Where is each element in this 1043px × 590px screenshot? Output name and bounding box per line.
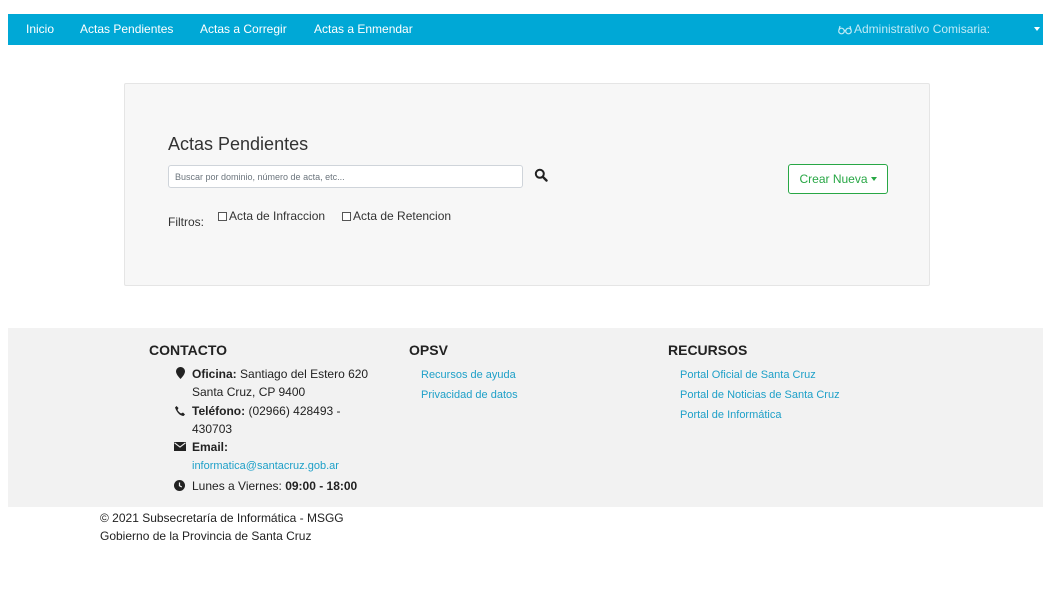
recursos-title: RECURSOS (668, 342, 748, 358)
contact-phone-2: 430703 (192, 422, 233, 436)
page-title: Actas Pendientes (168, 134, 309, 154)
chevron-down-icon[interactable] (1034, 27, 1040, 31)
link-portal-informatica[interactable]: Portal de Informática (680, 409, 782, 421)
filter-acta-infraccion[interactable]: Acta de Infraccion (218, 209, 325, 223)
phone-icon (175, 406, 185, 416)
nav-item-actas-a-corregir[interactable]: Actas a Corregir (200, 22, 287, 37)
top-navbar: Inicio Actas Pendientes Actas a Corregir… (8, 14, 1043, 45)
search-icon[interactable] (534, 168, 548, 182)
contact-email-link[interactable]: informatica@santacruz.gob.ar (192, 460, 339, 472)
filter-acta-retencion[interactable]: Acta de Retencion (342, 209, 451, 223)
crear-nueva-label: Crear Nueva (799, 172, 868, 186)
glasses-icon (838, 25, 852, 35)
contact-title: CONTACTO (149, 342, 228, 358)
link-portal-oficial[interactable]: Portal Oficial de Santa Cruz (680, 369, 816, 381)
crear-nueva-button[interactable]: Crear Nueva (788, 164, 888, 194)
copyright-line-1: © 2021 Subsecretaría de Informática - MS… (100, 511, 344, 525)
search-input[interactable] (168, 165, 523, 188)
caret-down-icon (870, 177, 877, 181)
nav-item-actas-pendientes[interactable]: Actas Pendientes (80, 22, 173, 37)
user-label: Administrativo Comisaria: (854, 22, 991, 36)
footer: CONTACTO Oficina: Santiago del Estero 62… (8, 328, 1043, 507)
nav-item-actas-a-enmendar[interactable]: Actas a Enmendar (314, 22, 413, 37)
checkbox-acta-retencion[interactable] (342, 212, 351, 221)
map-marker-icon (176, 367, 185, 379)
contact-hours: Lunes a Viernes: 09:00 - 18:00 (192, 479, 358, 493)
contact-office: Oficina: Santiago del Estero 620 (192, 367, 369, 381)
filter-label: Acta de Retencion (353, 209, 452, 223)
contact-email-label: Email: (192, 440, 229, 454)
filters-label: Filtros: (168, 215, 204, 229)
link-recursos-de-ayuda[interactable]: Recursos de ayuda (421, 369, 516, 381)
link-privacidad-de-datos[interactable]: Privacidad de datos (421, 389, 518, 401)
opsv-title: OPSV (409, 342, 448, 358)
contact-office-city: Santa Cruz, CP 9400 (192, 385, 306, 399)
checkbox-acta-infraccion[interactable] (218, 212, 227, 221)
nav-item-inicio[interactable]: Inicio (26, 22, 54, 37)
actas-panel: Actas Pendientes Filtros: Acta de Infrac… (124, 83, 930, 286)
copyright-line-2: Gobierno de la Provincia de Santa Cruz (100, 529, 312, 543)
contact-phone: Teléfono: (02966) 428493 - (192, 404, 341, 418)
link-portal-noticias[interactable]: Portal de Noticias de Santa Cruz (680, 389, 840, 401)
user-menu[interactable]: Administrativo Comisaria: (838, 22, 990, 37)
envelope-icon (174, 442, 186, 451)
clock-icon (174, 480, 185, 491)
filter-label: Acta de Infraccion (229, 209, 326, 223)
